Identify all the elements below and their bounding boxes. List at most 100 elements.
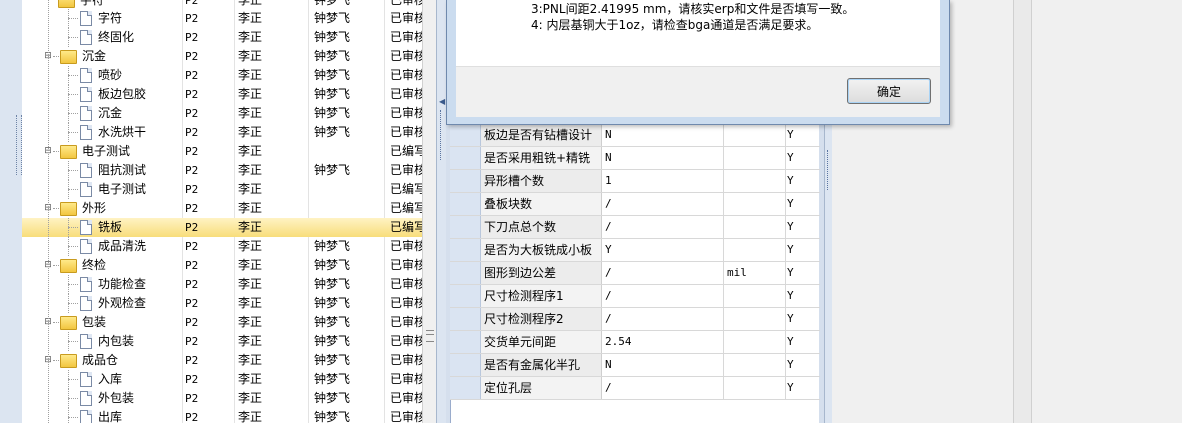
row-indicator[interactable]: [450, 331, 481, 353]
left-dock-bar: [0, 0, 23, 423]
param-value[interactable]: /: [602, 377, 724, 399]
grid-row[interactable]: 图形到边公差 / mil Y: [450, 262, 820, 285]
scroll-grip-icon[interactable]: [426, 330, 434, 342]
grid-row[interactable]: 是否为大板铣成小板 Y Y: [450, 239, 820, 262]
row-indicator[interactable]: [450, 262, 481, 284]
tree-group-row[interactable]: ⊟ 终检 P2 李正 钟梦飞 已审核: [22, 256, 422, 275]
grid-row[interactable]: 定位孔层 / Y: [450, 377, 820, 400]
row-indicator[interactable]: [450, 377, 481, 399]
tree-status: 已审核: [390, 277, 422, 291]
ok-button[interactable]: 确定: [847, 78, 931, 104]
tree-row[interactable]: 功能检查 P2 李正 钟梦飞 已审核: [22, 275, 422, 294]
tree-group-row[interactable]: ⊟ 包装 P2 李正 钟梦飞 已审核: [22, 313, 422, 332]
grid-row[interactable]: 下刀点总个数 / Y: [450, 216, 820, 239]
splitter-arrow-icon[interactable]: ◀: [439, 97, 445, 106]
tree-author: 李正: [238, 410, 263, 423]
tree-row[interactable]: 水洗烘干 P2 李正 钟梦飞 已审核: [22, 123, 422, 142]
param-value[interactable]: N: [602, 124, 724, 146]
row-indicator[interactable]: [450, 239, 481, 261]
tree-row[interactable]: 成品清洗 P2 李正 钟梦飞 已审核: [22, 237, 422, 256]
grid-row[interactable]: 交货单元间距 2.54 Y: [450, 331, 820, 354]
tree-row[interactable]: 入库 P2 李正 钟梦飞 已审核: [22, 370, 422, 389]
param-value[interactable]: N: [602, 354, 724, 376]
grid-row[interactable]: 尺寸检测程序2/ Y: [450, 308, 820, 331]
tree-author: 李正: [238, 201, 263, 215]
tree-status: 已审核: [390, 353, 422, 367]
row-indicator[interactable]: [450, 216, 481, 238]
param-flag[interactable]: Y: [783, 331, 823, 353]
param-value[interactable]: Y: [602, 239, 724, 261]
param-unit: [724, 239, 786, 261]
tree-row[interactable]: 内包装 P2 李正 钟梦飞 已审核: [22, 332, 422, 351]
param-flag[interactable]: Y: [783, 193, 823, 215]
param-value[interactable]: /: [602, 308, 724, 330]
tree-row[interactable]: 终固化 P2 李正 钟梦飞 已审核: [22, 28, 422, 47]
tree-connector: [53, 151, 59, 152]
param-flag[interactable]: Y: [783, 216, 823, 238]
tree-row[interactable]: 铣板 P2 李正 已编写: [22, 218, 422, 237]
document-icon: [80, 296, 92, 311]
tree-code: P2: [185, 69, 199, 82]
right-scrollbar[interactable]: [1013, 0, 1032, 423]
tree-connector: [68, 379, 78, 380]
grid-row[interactable]: 板边是否有钻槽设计 N Y: [450, 124, 820, 147]
param-value[interactable]: /: [602, 262, 724, 284]
tree-author: 李正: [238, 49, 263, 63]
tree-row[interactable]: 出库 P2 李正 钟梦飞 已审核: [22, 408, 422, 423]
tree-row[interactable]: 沉金 P2 李正 钟梦飞 已审核: [22, 104, 422, 123]
row-indicator[interactable]: [450, 170, 481, 192]
row-indicator[interactable]: [450, 354, 481, 376]
row-indicator[interactable]: [450, 285, 481, 307]
row-indicator[interactable]: [450, 147, 481, 169]
param-flag[interactable]: Y: [783, 285, 823, 307]
tree-status: 已审核: [390, 296, 422, 310]
tree-group-row[interactable]: ⊟ 外形 P2 李正 已编写: [22, 199, 422, 218]
param-value[interactable]: /: [602, 193, 724, 215]
param-flag[interactable]: Y: [783, 170, 823, 192]
tree-status: 已编写: [390, 220, 422, 234]
row-indicator[interactable]: [450, 193, 481, 215]
row-indicator[interactable]: [450, 124, 481, 146]
param-value[interactable]: 2.54: [602, 331, 724, 353]
tree-connector: [68, 417, 78, 418]
tree-author: 李正: [238, 220, 263, 234]
param-value[interactable]: /: [602, 216, 724, 238]
tree-row[interactable]: 电子测试 P2 李正 已编写: [22, 180, 422, 199]
tree-row[interactable]: 外观检查 P2 李正 钟梦飞 已审核: [22, 294, 422, 313]
param-value[interactable]: /: [602, 285, 724, 307]
tree-author: 李正: [238, 106, 263, 120]
tree-row[interactable]: 阻抗测试 P2 李正 钟梦飞 已审核: [22, 161, 422, 180]
param-flag[interactable]: Y: [783, 239, 823, 261]
grid-row[interactable]: 叠板块数 / Y: [450, 193, 820, 216]
grid-row[interactable]: 异形槽个数 1 Y: [450, 170, 820, 193]
tree-author: 李正: [238, 258, 263, 272]
param-flag[interactable]: Y: [783, 308, 823, 330]
grid-row[interactable]: 是否有金属化半孔 N Y: [450, 354, 820, 377]
param-flag[interactable]: Y: [783, 354, 823, 376]
process-tree: 字符 P2 李正 钟梦飞 已审核 字符 P2 李正 钟梦飞 已审核 终固化 P2 李正 钟梦飞已…: [22, 0, 422, 423]
param-value[interactable]: N: [602, 147, 724, 169]
param-flag[interactable]: Y: [783, 262, 823, 284]
row-indicator[interactable]: [450, 308, 481, 330]
param-flag[interactable]: Y: [783, 147, 823, 169]
param-flag[interactable]: Y: [783, 124, 823, 146]
grid-row[interactable]: 是否采用粗铣+精铣 N Y: [450, 147, 820, 170]
grid-row[interactable]: 尺寸检测程序1/ Y: [450, 285, 820, 308]
tree-reviewer: 钟梦飞: [314, 296, 351, 310]
document-icon: [80, 68, 92, 83]
tree-status: 已审核: [390, 49, 422, 63]
tree-scrollbar[interactable]: [422, 0, 437, 423]
tree-connector: [68, 132, 78, 133]
param-unit: [724, 193, 786, 215]
tree-group-row[interactable]: ⊟ 沉金 P2 李正 钟梦飞 已审核: [22, 47, 422, 66]
tree-item-label: 沉金: [98, 106, 123, 120]
param-flag[interactable]: Y: [783, 377, 823, 399]
tree-group-row[interactable]: ⊟ 成品仓 P2 李正 钟梦飞 已审核: [22, 351, 422, 370]
tree-row[interactable]: 板边包胶 P2 李正 钟梦飞 已审核: [22, 85, 422, 104]
param-name: 图形到边公差: [481, 262, 602, 284]
tree-row[interactable]: 字符 P2 李正 钟梦飞 已审核: [22, 9, 422, 28]
tree-row[interactable]: 外包装 P2 李正 钟梦飞 已审核: [22, 389, 422, 408]
tree-group-row[interactable]: ⊟ 电子测试 P2 李正 已编写: [22, 142, 422, 161]
tree-row[interactable]: 喷砂 P2 李正 钟梦飞 已审核: [22, 66, 422, 85]
param-value[interactable]: 1: [602, 170, 724, 192]
